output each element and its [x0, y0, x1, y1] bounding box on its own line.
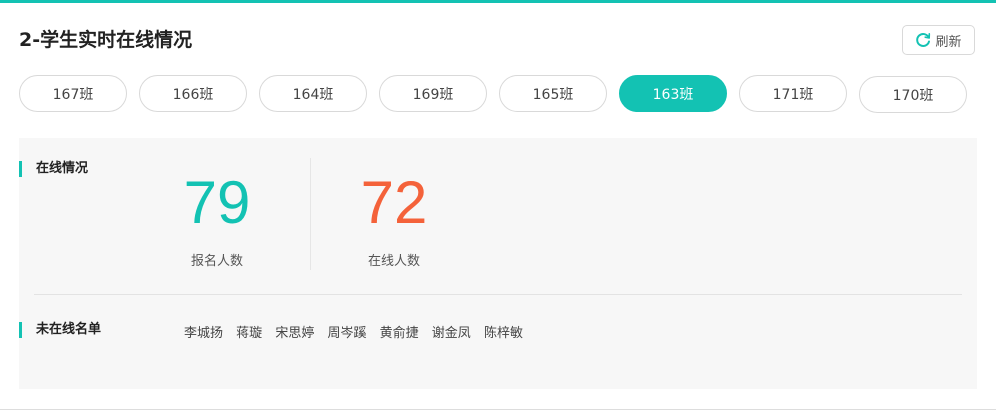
stat-divider [310, 158, 311, 270]
online-status-heading: 在线情况 [19, 161, 88, 177]
offline-student-name: 李城扬 [184, 326, 224, 341]
status-panel: 在线情况 79 报名人数 72 在线人数 未在线名单 李城扬 蒋璇 宋思婷 周岑… [19, 138, 977, 389]
tab-class-165[interactable]: 165班 [499, 75, 607, 112]
tab-class-171[interactable]: 171班 [739, 75, 847, 112]
enrolled-stat: 79 报名人数 [147, 169, 287, 270]
offline-student-name: 宋思婷 [275, 326, 315, 341]
online-stat: 72 在线人数 [324, 169, 464, 270]
top-accent-bar [0, 0, 996, 3]
enrolled-count: 79 [183, 169, 251, 236]
refresh-icon [915, 32, 931, 48]
tab-class-163[interactable]: 163班 [619, 75, 727, 112]
offline-student-name: 周岑蹊 [327, 326, 367, 341]
refresh-button[interactable]: 刷新 [902, 25, 975, 55]
offline-student-name: 蒋璇 [236, 326, 263, 341]
page-title: 2-学生实时在线情况 [19, 29, 193, 51]
refresh-label: 刷新 [935, 34, 962, 50]
tab-class-167[interactable]: 167班 [19, 75, 127, 112]
bottom-divider [0, 409, 996, 410]
section-divider [34, 294, 962, 295]
enrolled-label: 报名人数 [190, 254, 243, 269]
tab-class-164[interactable]: 164班 [259, 75, 367, 112]
tab-class-169[interactable]: 169班 [379, 75, 487, 112]
offline-list-heading: 未在线名单 [19, 322, 101, 338]
class-tabs: 167班 166班 164班 169班 165班 163班 171班 170班 [19, 75, 979, 113]
offline-student-name: 陈梓敏 [483, 326, 523, 341]
tab-class-170[interactable]: 170班 [859, 76, 967, 113]
offline-student-name: 谢金凤 [431, 326, 471, 341]
online-count: 72 [360, 169, 428, 236]
offline-name-list: 李城扬 蒋璇 宋思婷 周岑蹊 黄俞捷 谢金凤 陈梓敏 [184, 322, 532, 341]
offline-student-name: 黄俞捷 [379, 326, 419, 341]
online-label: 在线人数 [367, 254, 420, 269]
tab-class-166[interactable]: 166班 [139, 75, 247, 112]
